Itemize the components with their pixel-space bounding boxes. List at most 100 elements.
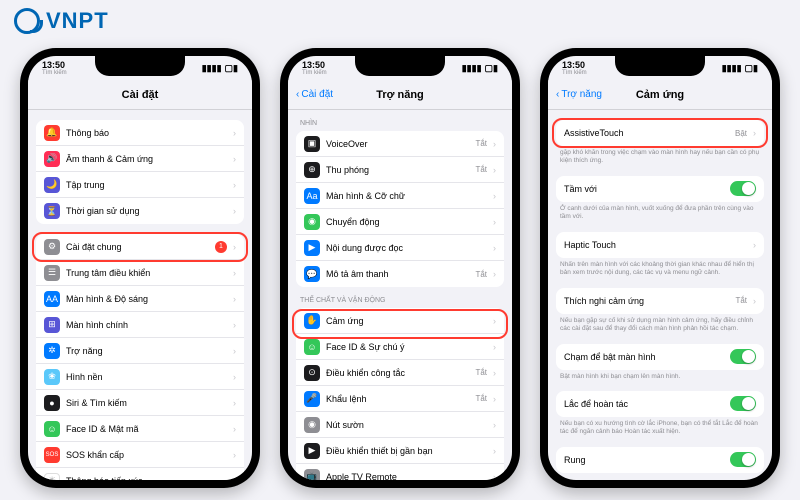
list-item[interactable]: ⊙Điều khiển công tắcTắt› [296, 360, 504, 386]
app-icon: 🔊 [44, 151, 60, 167]
list-item[interactable]: ☰Trung tâm điều khiển› [36, 260, 244, 286]
list-item[interactable]: ◉Chuyển động› [296, 209, 504, 235]
chevron-right-icon: › [233, 372, 236, 382]
row-shake-to-undo[interactable]: Lắc để hoàn tác [556, 391, 764, 417]
list-item[interactable]: ⊕Thu phóngTắt› [296, 157, 504, 183]
header: Cài đặt [28, 80, 252, 110]
chevron-right-icon: › [233, 320, 236, 330]
app-icon: ☺ [44, 421, 60, 437]
chevron-right-icon: › [493, 394, 496, 404]
app-icon: SOS [44, 447, 60, 463]
toggle-vibration[interactable] [730, 452, 756, 467]
row-value: Tắt [475, 270, 487, 279]
chevron-right-icon: › [233, 424, 236, 434]
header: ‹Trợ năng Cảm ứng [548, 80, 772, 110]
phone-2: 13:50Tìm kiếm ▮▮▮▮▢▮ ‹Cài đặt Trợ năng N… [280, 48, 520, 488]
chevron-right-icon: › [233, 128, 236, 138]
list-item[interactable]: ☺Face ID & Sự chú ý› [296, 334, 504, 360]
row-value: Tắt [475, 368, 487, 377]
chevron-right-icon: › [233, 294, 236, 304]
list-item[interactable]: 🌙 Tập trung › [36, 172, 244, 198]
row-label: Hình nền [66, 372, 227, 382]
list-item[interactable]: ✲Trợ năng› [36, 338, 244, 364]
row-touch-accommodations[interactable]: Thích nghi cảm ứng Tắt › [556, 288, 764, 314]
chevron-left-icon: ‹ [296, 89, 299, 100]
app-icon: Aa [304, 188, 320, 204]
row-label: Thông báo tiếp xúc [66, 476, 227, 481]
chevron-right-icon: › [753, 296, 756, 306]
app-icon: ⏳ [44, 203, 60, 219]
app-icon: ⊙ [304, 365, 320, 381]
list-item[interactable]: ⊞Màn hình chính› [36, 312, 244, 338]
back-button[interactable]: ‹Cài đặt [296, 89, 333, 100]
section-header-physical: THỂ CHẤT VÀ VẬN ĐỘNG [288, 297, 512, 308]
row-vibration[interactable]: Rung [556, 447, 764, 473]
list-item[interactable]: ◉Nút sườn› [296, 412, 504, 438]
phone-1: 13:50Tìm kiếm ▮▮▮▮▢▮ Cài đặt 🔔Thông báo›… [20, 48, 260, 488]
app-icon: ⊕ [304, 162, 320, 178]
list-item[interactable]: ▶Nội dung được đọc› [296, 235, 504, 261]
badge: 1 [215, 241, 227, 253]
list-item[interactable]: 🔊Âm thanh & Cảm ứng› [36, 146, 244, 172]
app-icon: 📺 [304, 469, 320, 481]
chevron-right-icon: › [493, 446, 496, 456]
back-button[interactable]: ‹Trợ năng [556, 89, 602, 100]
list-item[interactable]: ❀ Hình nền › [36, 364, 244, 390]
chevron-right-icon: › [493, 165, 496, 175]
chevron-right-icon: › [493, 191, 496, 201]
logo-text: VNPT [46, 8, 109, 34]
app-icon: ❀ [44, 369, 60, 385]
toggle-shake-to-undo[interactable] [730, 396, 756, 411]
app-icon: ▣ [304, 136, 320, 152]
chevron-right-icon: › [493, 316, 496, 326]
list-item[interactable]: ⏳Thời gian sử dụng› [36, 198, 244, 224]
chevron-right-icon: › [493, 139, 496, 149]
list-item[interactable]: ●Siri & Tìm kiếm› [36, 390, 244, 416]
row-label: Thời gian sử dụng [66, 206, 227, 216]
list-item[interactable]: AA Màn hình & Độ sáng › [36, 286, 244, 312]
list-item[interactable]: 💬Mô tả âm thanhTắt› [296, 261, 504, 287]
chevron-right-icon: › [493, 243, 496, 253]
list-item[interactable]: 🎤Khẩu lệnhTắt› [296, 386, 504, 412]
row-label: Apple TV Remote [326, 472, 487, 481]
list-item[interactable]: 📺Apple TV Remote› [296, 464, 504, 480]
chevron-right-icon: › [493, 269, 496, 279]
chevron-right-icon: › [233, 346, 236, 356]
row-assistivetouch[interactable]: AssistiveTouch Bật › [556, 120, 764, 146]
row-value: Tắt [475, 394, 487, 403]
row-label: Khẩu lệnh [326, 394, 469, 404]
list-item[interactable]: SOSSOS khẩn cấp› [36, 442, 244, 468]
notch [355, 56, 445, 76]
list-item[interactable]: AaMàn hình & Cỡ chữ› [296, 183, 504, 209]
row-label: Nội dung được đọc [326, 243, 487, 253]
row-reachability[interactable]: Tầm với [556, 176, 764, 202]
list-item[interactable]: ▣VoiceOverTắt› [296, 131, 504, 157]
app-icon: AA [44, 291, 60, 307]
row-label: Thu phóng [326, 165, 469, 175]
row-general-settings[interactable]: ⚙︎ Cài đặt chung 1 › [36, 234, 244, 260]
chevron-right-icon: › [233, 476, 236, 481]
toggle-tap-to-wake[interactable] [730, 349, 756, 364]
row-tap-to-wake[interactable]: Chạm để bật màn hình [556, 344, 764, 370]
list-item[interactable]: ☀Thông báo tiếp xúc› [36, 468, 244, 480]
signal-icon: ▮▮▮▮ [202, 63, 222, 74]
row-label: Màn hình & Độ sáng [66, 294, 227, 304]
row-touch[interactable]: ✋ Cảm ứng › [296, 308, 504, 334]
app-icon: ● [44, 395, 60, 411]
chevron-right-icon: › [233, 268, 236, 278]
row-label: Tập trung [66, 180, 227, 190]
app-icon: 🌙 [44, 177, 60, 193]
toggle-reachability[interactable] [730, 181, 756, 196]
app-icon: 💬 [304, 266, 320, 282]
app-icon: ◉ [304, 214, 320, 230]
chevron-right-icon: › [493, 342, 496, 352]
list-item[interactable]: 🔔Thông báo› [36, 120, 244, 146]
list-item[interactable]: ☺Face ID & Mật mã› [36, 416, 244, 442]
row-label: Trung tâm điều khiển [66, 268, 227, 278]
row-label: Chuyển động [326, 217, 487, 227]
chevron-left-icon: ‹ [556, 89, 559, 100]
row-haptic-touch[interactable]: Haptic Touch › [556, 232, 764, 258]
list-item[interactable]: ▶Điều khiển thiết bị gần bạn› [296, 438, 504, 464]
row-value: Tắt [475, 139, 487, 148]
chevron-right-icon: › [233, 180, 236, 190]
